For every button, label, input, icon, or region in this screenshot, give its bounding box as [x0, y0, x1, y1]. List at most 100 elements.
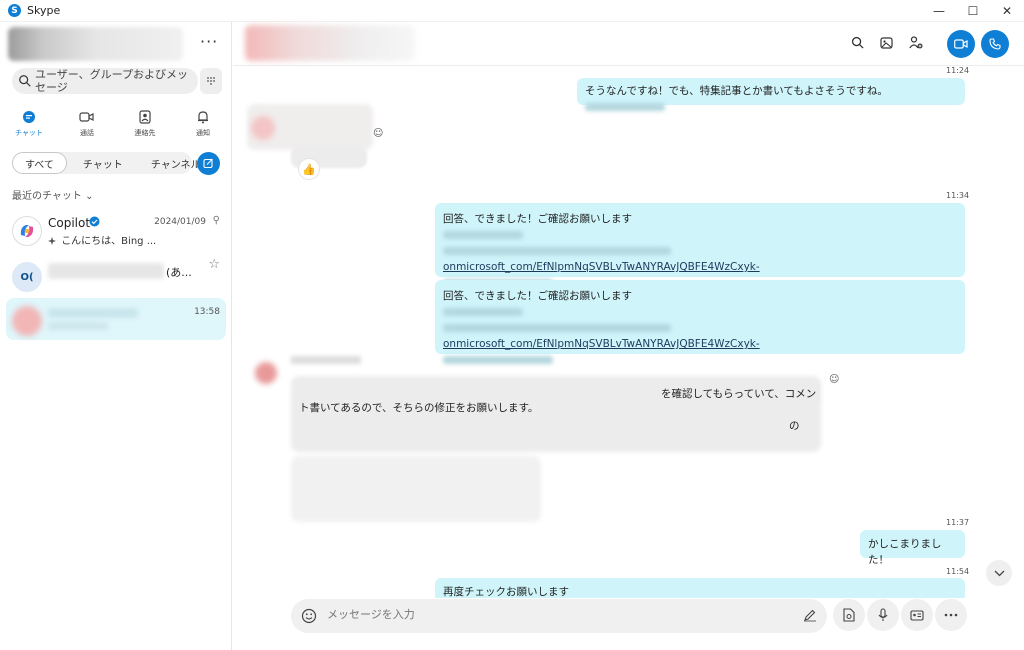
- message-text: を確認してもらっていて、コメン: [657, 384, 821, 403]
- add-participant-button[interactable]: [907, 34, 924, 51]
- format-button[interactable]: [803, 608, 817, 625]
- blurred-text: [443, 231, 523, 239]
- gallery-button[interactable]: [878, 34, 895, 51]
- attach-file-button[interactable]: [833, 599, 865, 631]
- filter-chips: すべて チャット チャンネル: [12, 152, 213, 174]
- blurred-name: [48, 263, 164, 279]
- tab-chat-label: チャット: [15, 129, 43, 137]
- chat-item-contact[interactable]: O( (あ... ☆: [6, 254, 226, 296]
- tab-contacts-label: 連絡先: [134, 129, 156, 137]
- scroll-to-bottom-button[interactable]: [986, 560, 1012, 586]
- emoji-button[interactable]: [301, 608, 317, 627]
- close-button[interactable]: ✕: [990, 0, 1024, 22]
- conversation-pane: 11:24 そうなんですね！でも、特集記事とか書いてもよさそうですね。 ☺ 👍 …: [233, 22, 1024, 650]
- timestamp: 11:34: [946, 191, 970, 200]
- tab-contacts[interactable]: 連絡先: [116, 108, 174, 148]
- chat-time: 13:58: [194, 307, 220, 317]
- blurred-text: [585, 103, 665, 111]
- message-text: 再度チェックお願いします: [443, 586, 569, 598]
- profile-card[interactable]: [8, 27, 183, 61]
- tab-notifications-label: 通知: [196, 129, 210, 137]
- microphone-icon: [878, 608, 888, 621]
- tab-chat[interactable]: チャット: [0, 108, 58, 148]
- search-input[interactable]: ユーザー、グループおよびメッセージ: [35, 68, 195, 94]
- message-text: そうなんですね！でも、特集記事とか書いてもよさそうですね。: [585, 85, 888, 97]
- contacts-icon: [139, 108, 151, 126]
- title-bar: S Skype — ☐ ✕: [0, 0, 1024, 22]
- chat-time: 2024/01/09: [154, 217, 206, 227]
- more-options-button[interactable]: ···: [200, 32, 218, 51]
- dialpad-button[interactable]: [200, 68, 222, 94]
- voice-message-button[interactable]: [867, 599, 899, 631]
- video-call-icon: [79, 108, 95, 126]
- message-link[interactable]: onmicrosoft_com/EfNlpmNqSVBLvTwANYRAvJQB…: [443, 261, 760, 273]
- blurred-name: [48, 308, 138, 318]
- pen-format-icon: [804, 609, 816, 622]
- filter-chat[interactable]: チャット: [71, 152, 135, 174]
- sidebar: ··· ユーザー、グループおよびメッセージ チャット 通話 連絡先 通知 すべて…: [0, 22, 232, 650]
- more-icon: [944, 613, 958, 617]
- contact-avatar: O(: [12, 262, 42, 292]
- timestamp: 11:54: [946, 567, 970, 576]
- chat-name: Copilot: [48, 216, 91, 230]
- message-text: 回答、できました！ご確認お願いします: [443, 290, 632, 302]
- blurred-text: [443, 308, 523, 316]
- outgoing-message[interactable]: 回答、できました！ご確認お願いします onmicrosoft_com/EfNlp…: [435, 203, 965, 287]
- message-composer[interactable]: [291, 599, 827, 633]
- search-icon: [851, 36, 864, 49]
- tab-calls-label: 通話: [80, 129, 94, 137]
- conversation-title-blurred[interactable]: [245, 25, 415, 61]
- new-chat-button[interactable]: [197, 152, 220, 175]
- chat-item-selected[interactable]: 13:58: [6, 298, 226, 340]
- nav-tabs: チャット 通話 連絡先 通知: [0, 108, 232, 148]
- outgoing-message[interactable]: そうなんですね！でも、特集記事とか書いてもよさそうですね。: [577, 78, 965, 111]
- incoming-message-blurred[interactable]: [291, 456, 541, 522]
- message-link[interactable]: onmicrosoft_com/EfNlpmNqSVBLvTwANYRAvJQB…: [443, 338, 760, 350]
- chat-preview: こんにちは、Bing ...: [48, 232, 156, 247]
- dialpad-icon: [207, 77, 215, 85]
- more-composer-options-button[interactable]: [935, 599, 967, 631]
- message-list[interactable]: 11:24 そうなんですね！でも、特集記事とか書いてもよさそうですね。 ☺ 👍 …: [233, 66, 1024, 598]
- window-title: Skype: [27, 4, 61, 17]
- maximize-button[interactable]: ☐: [956, 0, 990, 22]
- filter-all[interactable]: すべて: [12, 152, 67, 174]
- copilot-logo-icon: [20, 225, 34, 237]
- tab-notifications[interactable]: 通知: [174, 108, 232, 148]
- audio-call-button[interactable]: [981, 30, 1009, 58]
- reaction-smile-icon[interactable]: ☺: [829, 374, 839, 385]
- chat-item-copilot[interactable]: Copilot こんにちは、Bing ... 2024/01/09 ⚲: [6, 208, 226, 250]
- video-call-button[interactable]: [947, 30, 975, 58]
- blurred-text: [443, 247, 671, 255]
- contact-card-icon: [910, 609, 924, 621]
- pin-icon[interactable]: ⚲: [213, 215, 220, 226]
- chat-preview-text: こんにちは、Bing ...: [61, 236, 157, 247]
- tab-calls[interactable]: 通話: [58, 108, 116, 148]
- message-text: ト書いてあるので、そちらの修正をお願いします。: [299, 402, 539, 414]
- conversation-header: [233, 22, 1024, 66]
- search-icon: [19, 75, 31, 87]
- contact-card-button[interactable]: [901, 599, 933, 631]
- outgoing-message[interactable]: 再度チェックお願いします: [435, 578, 965, 598]
- minimize-button[interactable]: —: [922, 0, 956, 22]
- message-text: 回答、できました！ご確認お願いします: [443, 213, 632, 225]
- sender-avatar-blurred: [251, 116, 275, 140]
- message-text: かしこまりました！: [868, 538, 942, 566]
- search-box[interactable]: ユーザー、グループおよびメッセージ: [12, 68, 198, 94]
- outgoing-message[interactable]: かしこまりました！: [860, 530, 965, 566]
- skype-logo-icon: S: [8, 4, 21, 17]
- outgoing-message[interactable]: 回答、できました！ご確認お願いします onmicrosoft_com/EfNlp…: [435, 280, 965, 364]
- recent-chats-header[interactable]: 最近のチャット ⌄: [12, 187, 93, 202]
- thumbs-up-reaction-icon[interactable]: 👍: [298, 158, 320, 180]
- blurred-avatar: [12, 306, 42, 336]
- reaction-smile-icon[interactable]: ☺: [373, 128, 383, 139]
- message-input[interactable]: [327, 608, 727, 621]
- star-icon[interactable]: ☆: [208, 257, 220, 272]
- blurred-text: [443, 324, 671, 332]
- search-conversation-button[interactable]: [849, 34, 866, 51]
- bell-icon: [197, 108, 209, 126]
- message-text: の: [789, 420, 800, 432]
- emoji-icon: [301, 608, 317, 624]
- gallery-icon: [880, 36, 893, 49]
- verified-badge-icon: [89, 216, 100, 227]
- chat-name-suffix: (あ...: [166, 266, 192, 279]
